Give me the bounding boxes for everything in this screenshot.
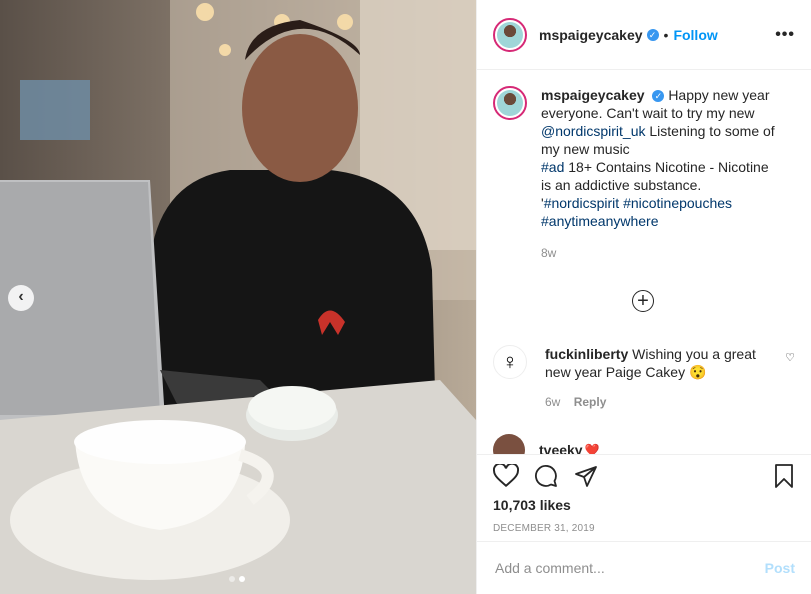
- caption-line: 18+ Contains Nicotine - Nicotine is an a…: [541, 159, 769, 193]
- avatar[interactable]: [493, 17, 527, 52]
- comment-username[interactable]: fuckinliberty: [545, 346, 628, 362]
- comment-text: fuckinliberty Wishing you a great new ye…: [545, 345, 760, 381]
- caption-avatar[interactable]: [493, 86, 527, 120]
- comment-username[interactable]: tveeky: [539, 442, 583, 454]
- carousel-dot: [229, 576, 235, 582]
- avatar[interactable]: [493, 434, 525, 454]
- add-comment-input[interactable]: [493, 559, 765, 577]
- post-header: mspaigeycakey ✓ • Follow •••: [477, 0, 811, 70]
- bookmark-icon[interactable]: [773, 464, 795, 488]
- post-date[interactable]: DECEMBER 31, 2019: [493, 523, 795, 534]
- comment-meta: 6w Reply: [545, 395, 760, 409]
- comment-like-heart-icon[interactable]: ♡: [785, 345, 795, 409]
- username-link[interactable]: mspaigeycakey: [539, 27, 643, 43]
- follow-button[interactable]: Follow: [673, 27, 717, 43]
- reply-button[interactable]: Reply: [574, 395, 607, 409]
- hashtag-link[interactable]: #ad: [541, 159, 564, 175]
- verified-badge-icon: ✓: [646, 28, 659, 41]
- comment-emoji: 😯: [688, 364, 707, 380]
- share-icon[interactable]: [573, 464, 599, 488]
- female-symbol-avatar-icon[interactable]: ♀: [493, 345, 527, 379]
- post-photo[interactable]: ‹: [0, 0, 476, 594]
- comment-item: ♀ fuckinliberty Wishing you a great new …: [493, 345, 795, 409]
- caption-username[interactable]: mspaigeycakey: [541, 87, 645, 103]
- comments-list[interactable]: mspaigeycakey ✓ Happy new year everyone.…: [477, 70, 811, 454]
- post-photo-image: [0, 0, 476, 594]
- mention-link[interactable]: @nordicspirit_uk: [541, 123, 645, 139]
- comment-icon[interactable]: [533, 464, 559, 488]
- comment-item: tveeky ❤️: [493, 434, 600, 454]
- carousel-indicator: [229, 576, 245, 582]
- likes-count[interactable]: 10,703 likes: [493, 497, 795, 513]
- hashtag-link[interactable]: #nordicspirit: [544, 195, 619, 211]
- post-side-panel: mspaigeycakey ✓ • Follow ••• mspaigeycak…: [476, 0, 811, 594]
- hashtag-link[interactable]: #anytimeanywhere: [541, 213, 659, 229]
- carousel-dot-active: [239, 576, 245, 582]
- verified-badge-icon: ✓: [652, 90, 665, 102]
- separator-dot: •: [663, 26, 669, 43]
- hashtag-link[interactable]: #nicotinepouches: [623, 195, 732, 211]
- caption-time[interactable]: 8w: [541, 246, 781, 260]
- heart-icon[interactable]: [493, 464, 519, 488]
- add-comment-bar: Post: [477, 541, 811, 594]
- post-comment-button[interactable]: Post: [765, 560, 795, 576]
- comment-emoji: ❤️: [584, 443, 600, 454]
- more-horizontal-icon[interactable]: •••: [775, 26, 795, 44]
- chevron-left-icon[interactable]: ‹: [8, 285, 34, 311]
- comment-time[interactable]: 6w: [545, 395, 560, 409]
- plus-circle-icon[interactable]: +: [632, 290, 654, 312]
- caption-text: mspaigeycakey ✓ Happy new year everyone.…: [541, 86, 781, 230]
- caption: mspaigeycakey ✓ Happy new year everyone.…: [477, 70, 811, 260]
- action-bar: 10,703 likes DECEMBER 31, 2019: [477, 454, 811, 541]
